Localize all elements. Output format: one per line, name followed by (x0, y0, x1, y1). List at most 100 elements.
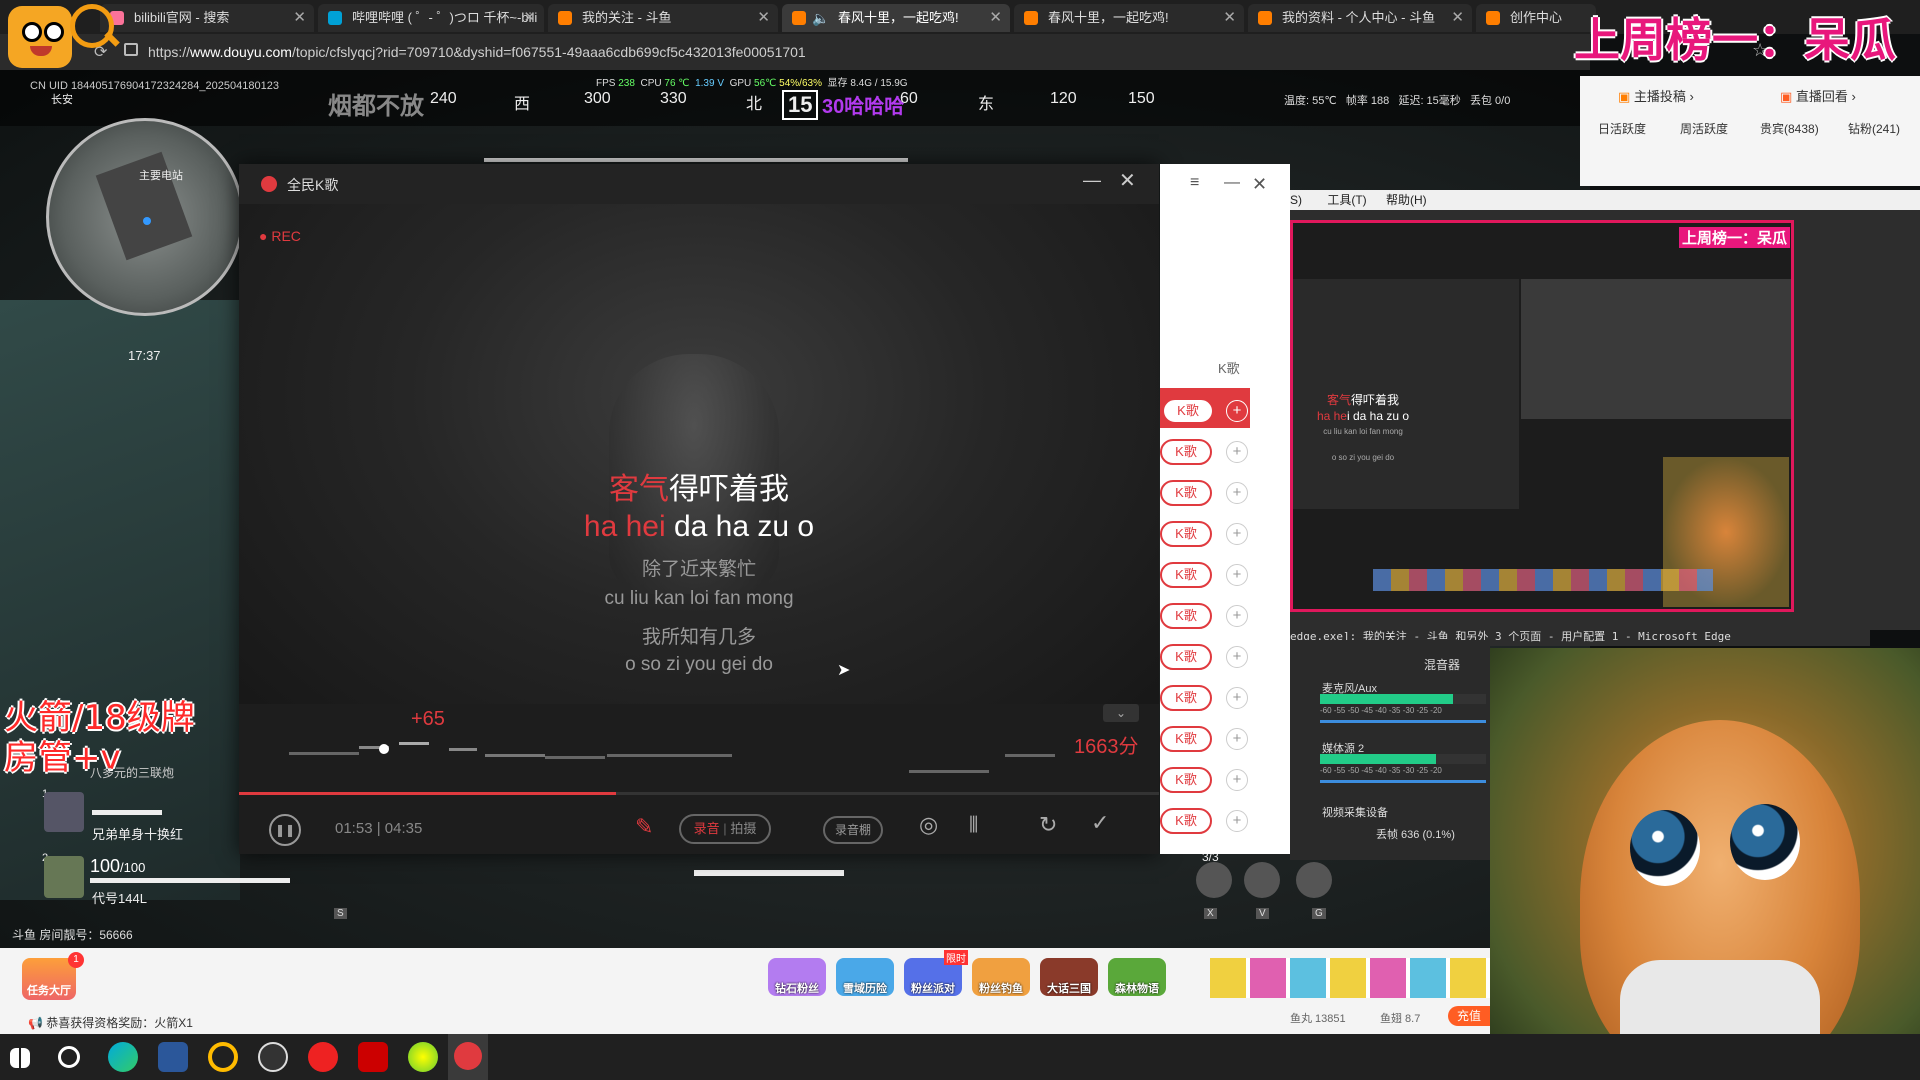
key-hint: V (1256, 908, 1269, 919)
record-shoot-toggle[interactable]: 录音 | 拍摄 (679, 814, 771, 844)
tab-diamond-fans[interactable]: 钻粉(241) (1848, 120, 1900, 137)
karaoke-titlebar: 全民K歌 — ✕ (239, 164, 1159, 204)
kge-taskbar-active[interactable] (448, 1034, 488, 1080)
speaker-icon[interactable]: 🔈 (812, 4, 829, 32)
windows-start-icon[interactable] (10, 1048, 30, 1068)
key-hint: S (334, 908, 347, 919)
finish-check-icon[interactable]: ✓ (1091, 810, 1109, 836)
close-tab-icon[interactable]: ✕ (523, 4, 536, 32)
close-tab-icon[interactable]: ✕ (1223, 4, 1236, 32)
progress-fill (239, 792, 617, 795)
tab-vip[interactable]: 贵宾(8438) (1760, 120, 1819, 137)
tab-douyu-room[interactable]: 春风十里，一起吃鸡! ✕ (1014, 4, 1244, 32)
karaoke-video: ● REC 客气得吓着我 ha hei da ha zu o 除了近来繁忙 cu… (239, 204, 1159, 744)
loop-icon[interactable]: ↻ (1039, 812, 1057, 838)
url-text[interactable]: https://www.douyu.com/topic/cfslyqcj?rid… (148, 44, 806, 60)
sing-button[interactable]: K歌 (1160, 521, 1212, 547)
loading-bar (484, 158, 908, 162)
mic-volume-slider[interactable] (1320, 720, 1486, 723)
song-list-panel: K歌 ✕ — ≡ K歌 + K歌 + K歌 + K歌 + K歌 + K歌 + K歌 + K歌 + K歌 + K歌 + K… (1160, 164, 1290, 854)
close-tab-icon[interactable]: ✕ (293, 4, 306, 32)
minimize-button[interactable]: — (1083, 170, 1101, 191)
sing-button[interactable]: K歌 (1160, 685, 1212, 711)
minimap: 主要电站 长安 (46, 94, 244, 316)
anchor-submit-button[interactable]: ▣ 主播投稿 › (1618, 86, 1694, 105)
sing-button[interactable]: K歌 (1160, 439, 1212, 465)
camera-icon[interactable]: ◎ (919, 812, 938, 838)
rec-indicator: ● REC (259, 228, 301, 244)
browser-orange-icon[interactable] (208, 1042, 238, 1072)
preview-nested (1521, 279, 1791, 419)
charge-button[interactable]: 充值 (1448, 1006, 1490, 1026)
close-button[interactable]: ✕ (1119, 168, 1136, 193)
tab-douyu-profile[interactable]: 我的资料 - 个人中心 - 斗鱼 ✕ (1248, 4, 1472, 32)
yellow-app-icon[interactable] (408, 1042, 438, 1072)
add-song-icon[interactable]: + (1226, 646, 1248, 668)
studio-button[interactable]: 录音棚 (823, 816, 883, 844)
game-clock: 17:37 (128, 348, 161, 363)
edit-icon[interactable]: ✎ (635, 814, 653, 840)
panel-minimize-button[interactable]: — (1224, 174, 1240, 192)
tab-weekly-activity[interactable]: 周活跃度 (1680, 120, 1728, 137)
kge-logo-icon (454, 1042, 482, 1070)
lock-icon[interactable] (124, 43, 138, 56)
add-song-icon[interactable]: + (1226, 810, 1248, 832)
close-tab-icon[interactable]: ✕ (757, 4, 770, 32)
live-replay-button[interactable]: ▣ 直播回看 › (1780, 86, 1856, 105)
obs-menu-help[interactable]: 帮助(H) (1386, 193, 1427, 207)
add-song-icon[interactable]: + (1226, 728, 1248, 750)
reward-notice: 📢 恭喜获得资格奖励：火箭X1 (28, 1016, 193, 1030)
tab-bilibili-home[interactable]: 哔哩哔哩 ( ゜- ゜)つロ 千杯~-bili ✕ (318, 4, 544, 32)
overlay-text: 烟都不放 (328, 93, 424, 120)
song-panel-header: K歌 (1218, 361, 1240, 376)
panel-menu-icon[interactable]: ≡ (1190, 174, 1199, 192)
equalizer-icon[interactable]: ⫴ (969, 812, 978, 838)
close-tab-icon[interactable]: ✕ (989, 4, 1002, 32)
windows-taskbar (0, 1034, 1920, 1080)
tab-daily-activity[interactable]: 日活跃度 (1598, 120, 1646, 137)
sing-button[interactable]: K歌 (1160, 767, 1212, 793)
cat-eye (1730, 804, 1800, 880)
lyric-next-roman: cu liu kan loi fan mong (604, 588, 794, 609)
pause-button[interactable]: ❚❚ (269, 814, 301, 846)
add-song-icon[interactable]: + (1226, 441, 1248, 463)
tab-bilibili-search[interactable]: bilibili官网 - 搜索 ✕ (100, 4, 314, 32)
sing-button[interactable]: K歌 (1160, 808, 1212, 834)
search-icon[interactable] (58, 1046, 80, 1068)
sing-button[interactable]: K歌 (1160, 644, 1212, 670)
netease-music-icon[interactable] (308, 1042, 338, 1072)
sing-button[interactable]: K歌 (1160, 562, 1212, 588)
sing-button[interactable]: K歌 (1160, 480, 1212, 506)
word-icon[interactable] (158, 1042, 188, 1072)
add-song-icon[interactable]: + (1226, 564, 1248, 586)
obs-menu-partial[interactable]: S) (1290, 193, 1302, 207)
add-song-icon[interactable]: + (1226, 769, 1248, 791)
obs-menu-tools[interactable]: 工具(T) (1327, 193, 1366, 207)
sing-button[interactable]: K歌 (1160, 726, 1212, 752)
gift-icon-row[interactable] (1210, 958, 1490, 998)
add-song-icon[interactable]: + (1226, 605, 1248, 627)
add-song-icon[interactable]: + (1226, 482, 1248, 504)
add-song-icon[interactable]: + (1226, 687, 1248, 709)
player1-name: 兄弟单身十换红 (92, 827, 184, 842)
edge-icon[interactable] (108, 1042, 138, 1072)
collapse-icon[interactable]: ⌄ (1103, 704, 1139, 722)
audio-mixer: 混音器 麦克风/Aux -60 -55 -50 -45 -40 -35 -30 … (1290, 640, 1490, 860)
douyu-tab-icon (792, 11, 806, 25)
player2-health-bar (90, 878, 290, 883)
tab-douyu-room-active[interactable]: 🔈 春风十里，一起吃鸡! ✕ (782, 4, 1010, 32)
pitch-graph (289, 734, 1055, 778)
red-app-icon[interactable] (358, 1042, 388, 1072)
sing-button[interactable]: K歌 (1160, 603, 1212, 629)
sing-button[interactable]: K歌 (1162, 398, 1214, 424)
close-tab-icon[interactable]: ✕ (1451, 4, 1464, 32)
add-song-icon[interactable]: + (1226, 400, 1248, 422)
tab-douyu-follow[interactable]: 我的关注 - 斗鱼 ✕ (548, 4, 778, 32)
obs-icon[interactable] (258, 1042, 288, 1072)
add-song-icon[interactable]: + (1226, 523, 1248, 545)
panel-close-button[interactable]: ✕ (1252, 174, 1267, 195)
task-badge: 1 (68, 952, 84, 968)
karaoke-controls: +65 ⌄ 1663分 ❚❚ 01:53 | 04:35 ✎ 录音 | 拍摄 录… (239, 704, 1159, 854)
progress-track[interactable] (239, 792, 1159, 795)
media-volume-slider[interactable] (1320, 780, 1486, 783)
